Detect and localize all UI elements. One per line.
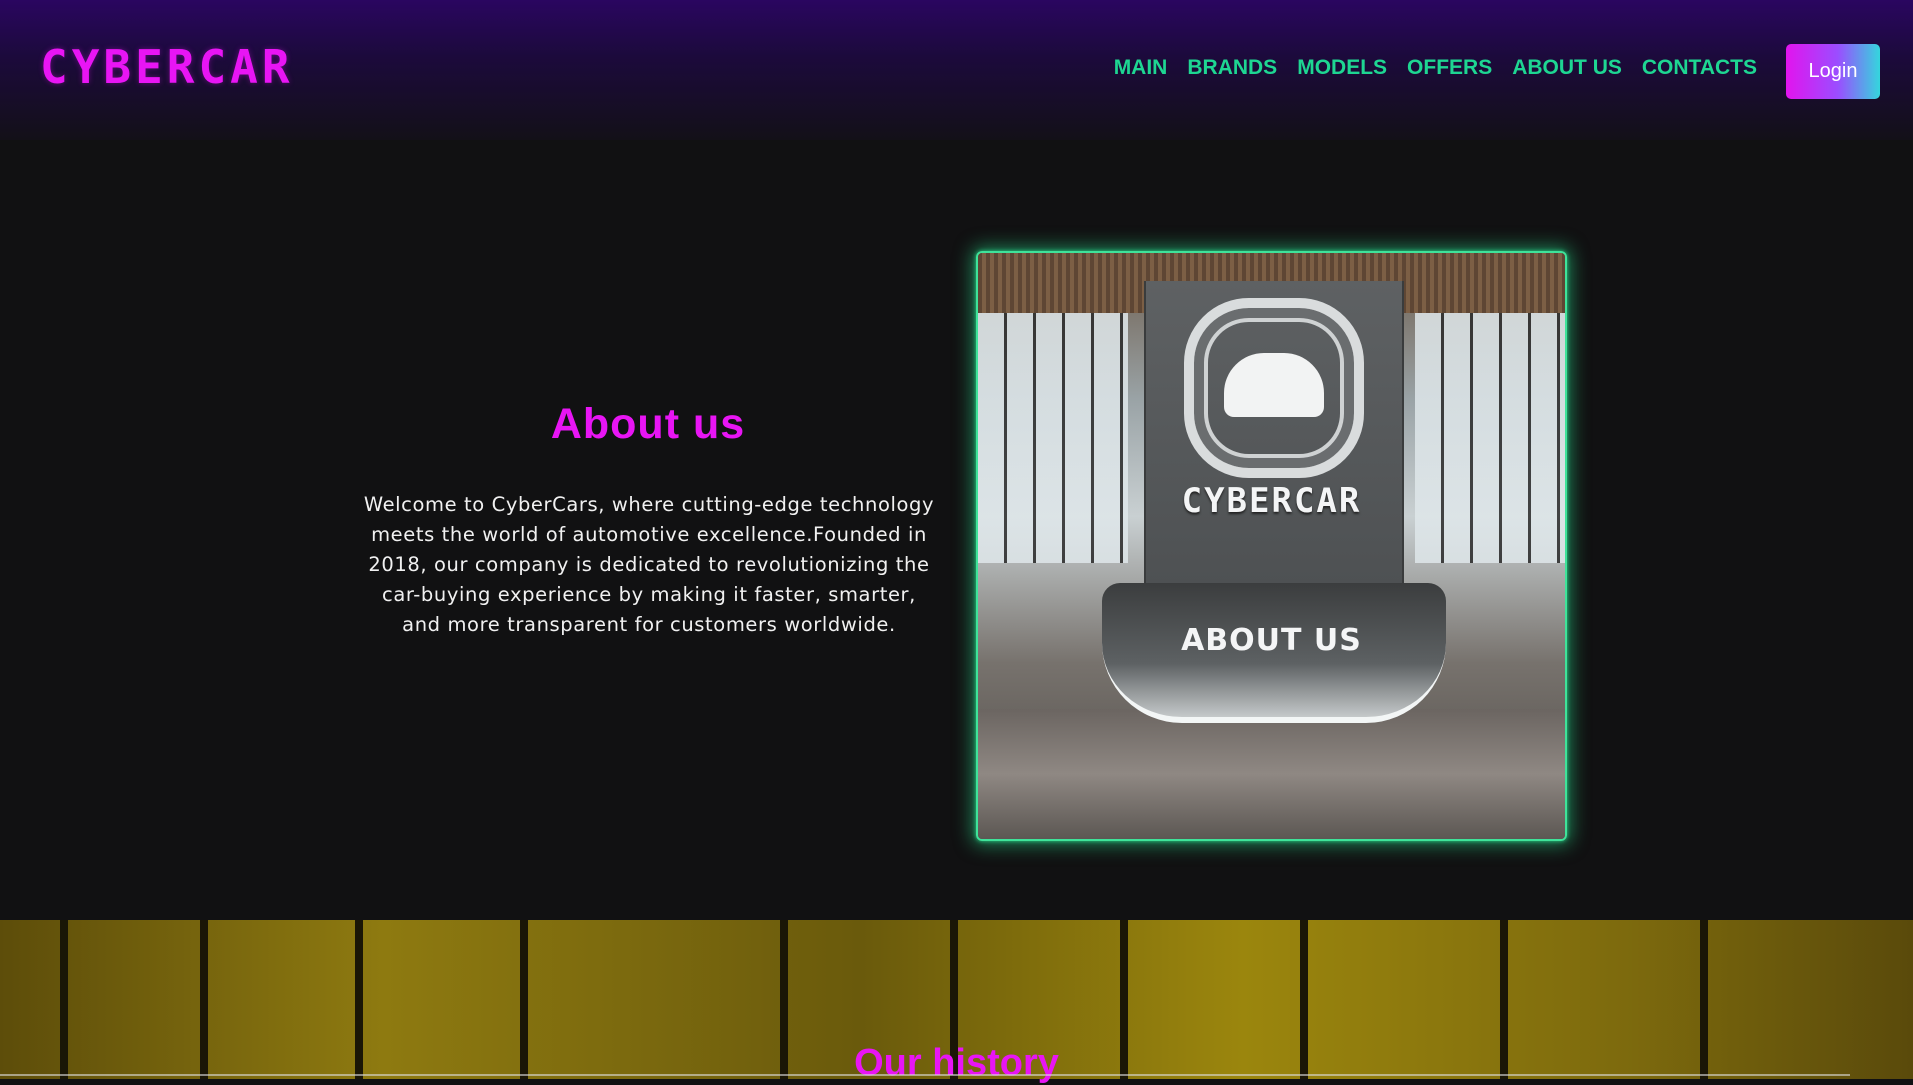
- site-logo[interactable]: CYBERCAR: [40, 40, 294, 94]
- nav-item-brands[interactable]: BRANDS: [1187, 56, 1277, 80]
- login-button[interactable]: Login: [1786, 44, 1880, 99]
- nav-item-models[interactable]: MODELS: [1297, 56, 1387, 80]
- image-floor: [978, 709, 1565, 839]
- nav-item-offers[interactable]: OFFERS: [1407, 56, 1492, 80]
- site-header: CYBERCAR MAIN BRANDS MODELS OFFERS ABOUT…: [0, 0, 1913, 140]
- image-window-right: [1415, 313, 1565, 563]
- about-us-image: CYBERCAR ABOUT US: [976, 251, 1567, 841]
- main-nav: MAIN BRANDS MODELS OFFERS ABOUT US CONTA…: [1114, 56, 1757, 80]
- image-desk-label: ABOUT US: [1181, 623, 1362, 658]
- nav-item-main[interactable]: MAIN: [1114, 56, 1168, 80]
- nav-item-about-us[interactable]: ABOUT US: [1512, 56, 1622, 80]
- image-window-left: [978, 313, 1128, 563]
- image-brand-text: CYBERCAR: [1181, 481, 1362, 521]
- history-divider: [0, 1074, 1850, 1076]
- about-description: Welcome to CyberCars, where cutting-edge…: [363, 493, 935, 636]
- car-icon: [1224, 353, 1324, 417]
- about-title: About us: [550, 400, 746, 448]
- nav-item-contacts[interactable]: CONTACTS: [1642, 56, 1757, 80]
